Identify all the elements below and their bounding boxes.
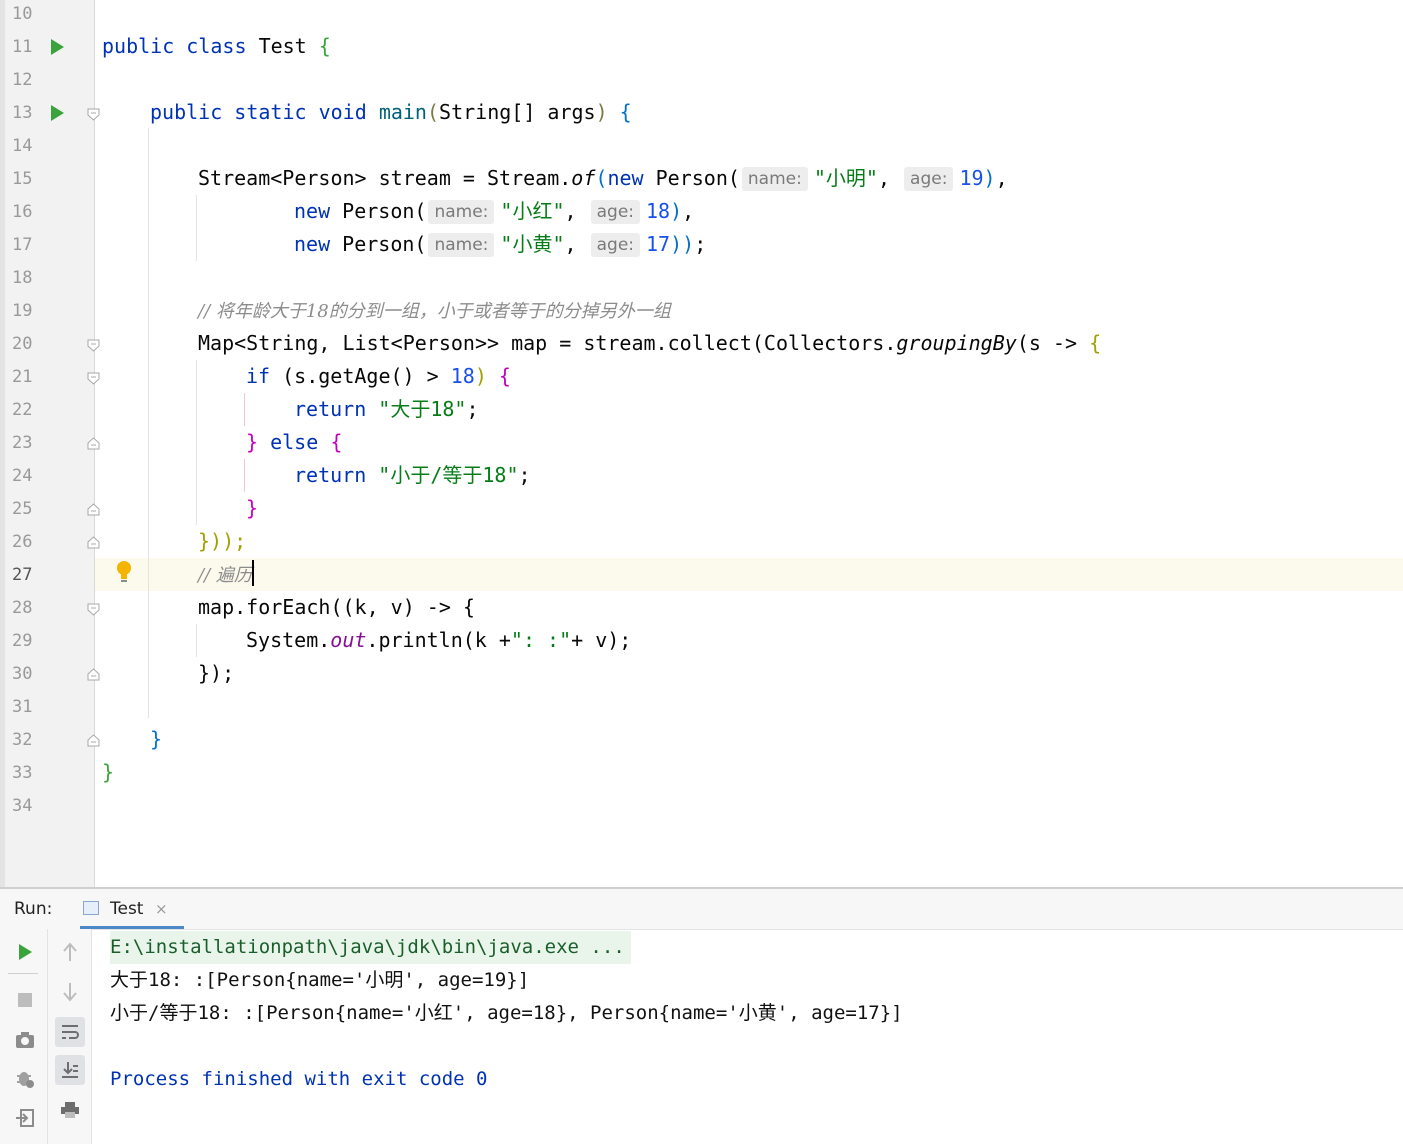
console-command-line[interactable]: E:\installationpath\java\jdk\bin\java.ex…: [110, 931, 631, 964]
close-icon[interactable]: ×: [155, 900, 168, 918]
fold-close-icon[interactable]: [87, 536, 100, 549]
line-number: 26: [12, 532, 33, 552]
console-icon: [83, 901, 99, 915]
console-line: 小于/等于18: :[Person{name='小红', age=18}, Pe…: [110, 1002, 903, 1024]
fold-open-icon[interactable]: [87, 339, 100, 352]
run-tool-window: Run: Test × E:\installationpath\java\jdk…: [0, 887, 1403, 1144]
arrow-down-icon[interactable]: [55, 977, 85, 1007]
lightbulb-icon[interactable]: [115, 560, 133, 584]
code-line: }));: [198, 529, 247, 553]
param-hint: age:: [590, 200, 641, 224]
param-hint: age:: [904, 167, 954, 191]
line-number: 22: [12, 400, 33, 420]
fold-open-icon[interactable]: [87, 603, 100, 616]
code-comment: // 将年龄大于18的分到一组，小于或者等于的分掉另外一组: [198, 301, 671, 322]
run-tab-label: Test: [110, 899, 144, 919]
run-label: Run:: [14, 899, 53, 919]
line-number: 14: [12, 136, 33, 156]
line-number: 10: [12, 4, 33, 24]
rerun-icon[interactable]: [10, 937, 40, 967]
run-main-icon[interactable]: [51, 105, 64, 121]
run-tab-test[interactable]: Test ×: [80, 889, 184, 929]
code-line: Map<String, List<Person>> map = stream.c…: [198, 331, 1102, 355]
line-number: 32: [12, 730, 33, 750]
line-number: 31: [12, 697, 33, 717]
code-line: map.forEach((k, v) -> {: [198, 595, 475, 619]
line-number: 16: [12, 202, 33, 222]
code-line: }: [150, 727, 163, 751]
code-line: }: [102, 760, 115, 784]
indent-guide: [196, 624, 197, 657]
scroll-to-end-icon[interactable]: [55, 1055, 85, 1085]
code-line: if (s.getAge() > 18) {: [246, 364, 511, 388]
fold-close-icon[interactable]: [87, 668, 100, 681]
line-number: 11: [12, 37, 33, 57]
code-line: System.out.println(k +": :"+ v);: [246, 628, 632, 652]
line-number: 24: [12, 466, 33, 486]
fold-close-icon[interactable]: [87, 503, 100, 516]
run-toolbar-right: [48, 929, 92, 1144]
code-editor[interactable]: 10 11 12 13 14 15 16 17 18 19 20 21 22 2…: [0, 0, 1403, 887]
code-line: } else {: [246, 430, 343, 454]
line-number: 12: [12, 70, 33, 90]
soft-wrap-icon[interactable]: [55, 1017, 85, 1047]
code-line: });: [198, 661, 235, 685]
line-number: 28: [12, 598, 33, 618]
fold-open-icon[interactable]: [87, 108, 100, 121]
indent-guide: [244, 459, 245, 492]
line-number: 25: [12, 499, 33, 519]
run-toolbar-left: [0, 929, 48, 1144]
line-number: 34: [12, 796, 33, 816]
run-panel-header: Run: Test ×: [0, 889, 1403, 930]
code-line: Stream<Person> stream = Stream.of(new Pe…: [198, 166, 1008, 191]
line-number: 29: [12, 631, 33, 651]
line-number: 33: [12, 763, 33, 783]
line-number: 19: [12, 301, 33, 321]
code-line: return "大于18";: [294, 397, 479, 421]
indent-guide: [148, 128, 149, 718]
line-number: 23: [12, 433, 33, 453]
bug-settings-icon[interactable]: [10, 1063, 40, 1093]
param-hint: name:: [741, 167, 808, 191]
exit-icon[interactable]: [10, 1103, 40, 1133]
code-line: new Person(name: "小红", age: 18),: [294, 199, 695, 224]
line-number: 30: [12, 664, 33, 684]
stop-icon[interactable]: [10, 985, 40, 1015]
arrow-up-icon[interactable]: [55, 937, 85, 967]
camera-icon[interactable]: [10, 1025, 40, 1055]
line-number-current: 27: [12, 565, 33, 585]
fold-close-icon[interactable]: [87, 734, 100, 747]
indent-guide: [196, 360, 197, 525]
console-line: 大于18: :[Person{name='小明', age=19}]: [110, 969, 530, 991]
code-comment: // 遍历: [198, 558, 254, 592]
run-class-icon[interactable]: [51, 39, 64, 55]
line-number: 21: [12, 367, 33, 387]
code-line: }: [246, 496, 259, 520]
line-number: 13: [12, 103, 33, 123]
text-caret: [251, 560, 254, 586]
param-hint: name:: [428, 200, 495, 224]
console-output[interactable]: E:\installationpath\java\jdk\bin\java.ex…: [92, 929, 1403, 1144]
current-line-highlight: [95, 558, 1403, 591]
param-hint: age:: [590, 233, 641, 257]
console-exit-line: Process finished with exit code 0: [110, 1068, 488, 1090]
line-number: 18: [12, 268, 33, 288]
indent-guide: [244, 393, 245, 426]
indent-guide: [196, 195, 197, 261]
gutter-stripe: [0, 0, 5, 887]
line-number: 20: [12, 334, 33, 354]
code-line: public class Test {: [102, 34, 331, 58]
code-line: return "小于/等于18";: [294, 463, 531, 487]
line-number: 17: [12, 235, 33, 255]
print-icon[interactable]: [55, 1095, 85, 1125]
code-line: new Person(name: "小黄", age: 17));: [294, 232, 707, 257]
code-line: public static void main(String[] args) {: [150, 100, 632, 124]
fold-close-icon[interactable]: [87, 437, 100, 450]
fold-open-icon[interactable]: [87, 372, 100, 385]
line-number: 15: [12, 169, 33, 189]
param-hint: name:: [428, 233, 495, 257]
